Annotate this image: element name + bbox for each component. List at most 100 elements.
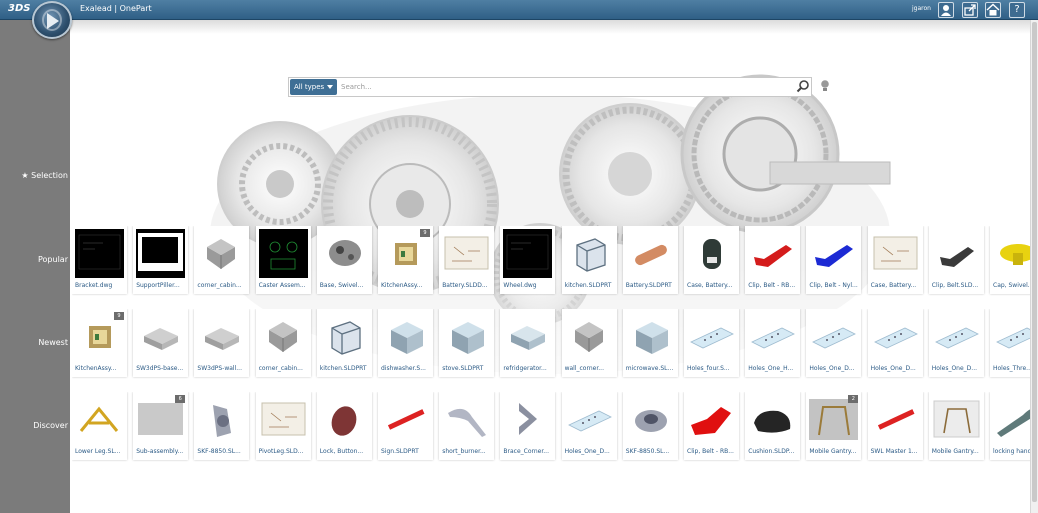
popular-tile[interactable]: Cap, Swivel...: [990, 226, 1030, 294]
tile-label[interactable]: PivotLeg.SLD...: [259, 448, 309, 455]
tile-thumbnail[interactable]: [931, 229, 981, 278]
tile-label[interactable]: Brace_Corner...: [503, 448, 553, 455]
discover-tile[interactable]: Lock, Button...: [316, 392, 372, 460]
tile-label[interactable]: Clip, Belt - Nyl...: [809, 282, 859, 289]
tile-label[interactable]: microwave.SL...: [626, 365, 676, 372]
scrollbar[interactable]: [1030, 20, 1038, 513]
tile-label[interactable]: corner_cabin...: [197, 282, 247, 289]
tile-thumbnail[interactable]: [625, 395, 675, 444]
tile-thumbnail[interactable]: [258, 229, 308, 278]
tile-label[interactable]: Caster Assem...: [259, 282, 309, 289]
tile-thumbnail[interactable]: [993, 395, 1030, 444]
tile-thumbnail[interactable]: [870, 312, 920, 361]
tile-label[interactable]: Sign.SLDPRT: [381, 448, 431, 455]
sidebar-item-newest[interactable]: Newest: [0, 338, 68, 347]
popular-tile[interactable]: Battery.SLDD...: [439, 226, 495, 294]
discover-tile[interactable]: SWL Master 1...: [867, 392, 923, 460]
tile-thumbnail[interactable]: [381, 312, 430, 361]
discover-tile[interactable]: Brace_Corner...: [500, 392, 556, 460]
popular-tile[interactable]: Clip, Belt - Nyl...: [806, 226, 862, 294]
sidebar-item-popular[interactable]: Popular: [0, 255, 68, 264]
tile-label[interactable]: SWL Master 1...: [871, 448, 921, 455]
newest-tile[interactable]: corner_cabin...: [255, 309, 311, 377]
user-icon[interactable]: [938, 2, 954, 18]
tile-label[interactable]: Case, Battery...: [687, 282, 737, 289]
tile-label[interactable]: SW3dPS-base...: [136, 365, 186, 372]
tile-thumbnail[interactable]: [870, 395, 920, 444]
tile-thumbnail[interactable]: [625, 312, 675, 361]
tile-label[interactable]: Holes_One_H...: [748, 365, 798, 372]
tile-thumbnail[interactable]: [197, 395, 247, 444]
tile-label[interactable]: Holes_One_D...: [565, 448, 615, 455]
newest-tile[interactable]: 9 KitchenAssy...: [72, 309, 127, 377]
popular-tile[interactable]: Bracket.dwg: [72, 226, 127, 294]
tile-label[interactable]: kitchen.SLDPRT: [320, 365, 370, 372]
tile-label[interactable]: Clip, Belt.SLD...: [932, 282, 982, 289]
tile-thumbnail[interactable]: [442, 312, 492, 361]
tile-thumbnail[interactable]: [748, 229, 798, 278]
tile-thumbnail[interactable]: [687, 229, 736, 278]
tile-thumbnail[interactable]: [136, 312, 186, 361]
discover-tile[interactable]: SKF-8850.SL...: [194, 392, 250, 460]
tile-label[interactable]: Holes_One_D...: [871, 365, 921, 372]
tile-thumbnail[interactable]: [136, 229, 186, 278]
tile-thumbnail[interactable]: [564, 229, 614, 278]
tile-label[interactable]: SKF-8850.SL...: [626, 448, 676, 455]
home-icon[interactable]: [985, 2, 1001, 18]
tile-label[interactable]: Holes_One_D...: [932, 365, 982, 372]
tile-label[interactable]: Cap, Swivel...: [993, 282, 1030, 289]
tile-label[interactable]: SW3dPS-wall...: [197, 365, 247, 372]
tile-label[interactable]: short_burner...: [442, 448, 492, 455]
newest-tile[interactable]: kitchen.SLDPRT: [316, 309, 372, 377]
tile-thumbnail[interactable]: [197, 229, 247, 278]
popular-tile[interactable]: Case, Battery...: [684, 226, 739, 294]
discover-tile[interactable]: Holes_One_D...: [561, 392, 617, 460]
tile-label[interactable]: SKF-8850.SL...: [197, 448, 247, 455]
tile-thumbnail[interactable]: [319, 229, 369, 278]
tile-thumbnail[interactable]: [319, 312, 369, 361]
newest-tile[interactable]: Holes_four.S...: [684, 309, 739, 377]
tile-thumbnail[interactable]: [993, 229, 1030, 278]
tile-label[interactable]: Holes_Thre...: [993, 365, 1030, 372]
tile-label[interactable]: Sub-assembly...: [136, 448, 186, 455]
tile-thumbnail[interactable]: [870, 229, 920, 278]
newest-tile[interactable]: refridgerator...: [500, 309, 556, 377]
tile-thumbnail[interactable]: [503, 312, 553, 361]
popular-tile[interactable]: Base, Swivel...: [316, 226, 372, 294]
tile-label[interactable]: refridgerator...: [503, 365, 553, 372]
compass-icon[interactable]: [32, 1, 72, 39]
tile-label[interactable]: dishwasher.S...: [381, 365, 431, 372]
tile-label[interactable]: Battery.SLDD...: [442, 282, 492, 289]
tile-label[interactable]: corner_cabin...: [259, 365, 309, 372]
search-input[interactable]: [341, 80, 781, 94]
tile-label[interactable]: Case, Battery...: [871, 282, 921, 289]
popular-tile[interactable]: SupportPiller...: [133, 226, 189, 294]
discover-tile[interactable]: Clip, Belt - RB...: [684, 392, 739, 460]
tile-label[interactable]: Mobile Gantry...: [932, 448, 982, 455]
search-icon[interactable]: [796, 79, 810, 93]
newest-tile[interactable]: SW3dPS-base...: [133, 309, 189, 377]
sidebar-item-discover[interactable]: Discover: [0, 421, 68, 430]
discover-tile[interactable]: locking hand...: [990, 392, 1030, 460]
tile-label[interactable]: stove.SLDPRT: [442, 365, 492, 372]
discover-tile[interactable]: SKF-8850.SL...: [622, 392, 678, 460]
popular-tile[interactable]: corner_cabin...: [194, 226, 250, 294]
newest-tile[interactable]: Holes_One_D...: [928, 309, 984, 377]
tile-label[interactable]: Wheel.dwg: [503, 282, 553, 289]
discover-tile[interactable]: Mobile Gantry...: [928, 392, 984, 460]
popular-tile[interactable]: Wheel.dwg: [500, 226, 556, 294]
tile-thumbnail[interactable]: [503, 395, 553, 444]
tile-label[interactable]: SupportPiller...: [136, 282, 186, 289]
tile-label[interactable]: Lock, Button...: [320, 448, 370, 455]
bulb-icon[interactable]: [819, 79, 831, 93]
tile-thumbnail[interactable]: [442, 395, 492, 444]
tile-thumbnail[interactable]: [687, 312, 736, 361]
newest-tile[interactable]: Holes_Thre...: [990, 309, 1030, 377]
scrollbar-thumb[interactable]: [1032, 22, 1037, 502]
help-icon[interactable]: ?: [1009, 2, 1025, 18]
newest-tile[interactable]: microwave.SL...: [622, 309, 678, 377]
tile-thumbnail[interactable]: [564, 312, 614, 361]
tile-label[interactable]: Holes_One_D...: [809, 365, 859, 372]
newest-tile[interactable]: wall_corner...: [561, 309, 617, 377]
share-icon[interactable]: [962, 2, 978, 18]
